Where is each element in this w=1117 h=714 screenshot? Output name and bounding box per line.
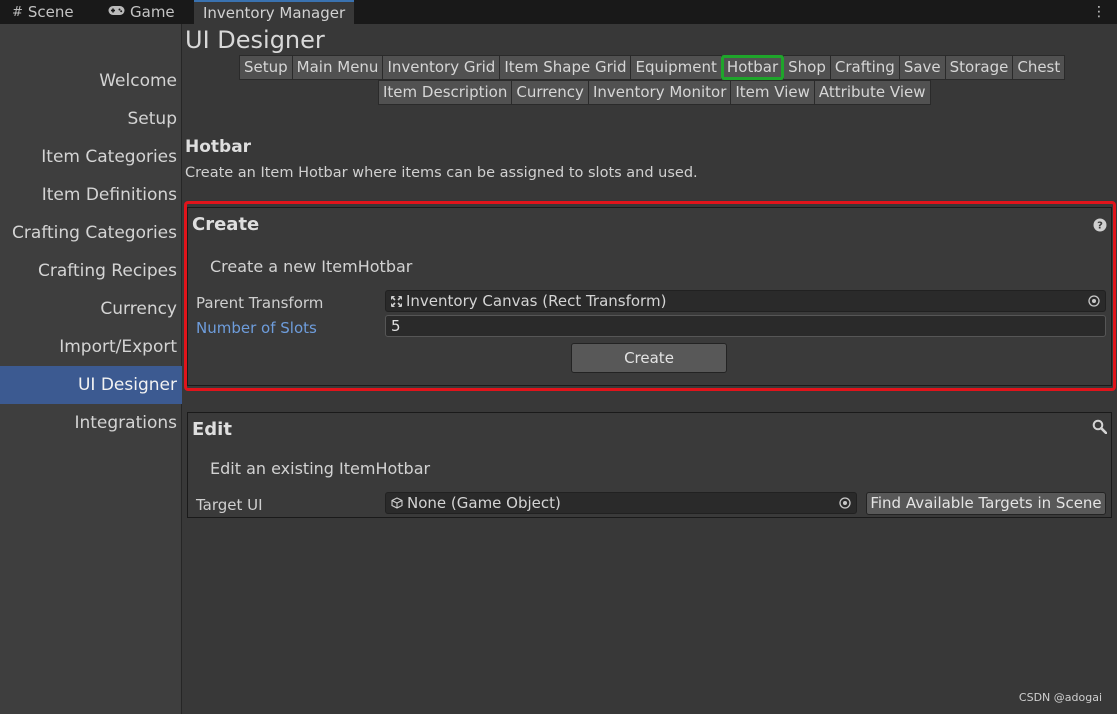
sidebar-item-currency[interactable]: Currency	[0, 290, 182, 328]
sidebar-item-item-categories[interactable]: Item Categories	[0, 138, 182, 176]
object-picker-icon[interactable]	[834, 493, 856, 513]
toolbar-shop[interactable]: Shop	[783, 55, 831, 80]
designer-toolbar-row-2: Item Description Currency Inventory Moni…	[378, 80, 931, 105]
toolbar-setup[interactable]: Setup	[239, 55, 293, 80]
section-heading: Hotbar	[185, 137, 252, 157]
find-targets-button[interactable]: Find Available Targets in Scene	[866, 492, 1106, 515]
grid-icon: #	[12, 4, 23, 20]
target-ui-field[interactable]: None (Game Object)	[385, 492, 857, 514]
section-description: Create an Item Hotbar where items can be…	[185, 165, 698, 181]
rect-transform-icon	[391, 295, 402, 307]
object-picker-icon[interactable]	[1083, 291, 1105, 311]
watermark: CSDN @adogai	[1018, 691, 1102, 704]
toolbar-save[interactable]: Save	[898, 55, 946, 80]
create-panel-title: Create	[192, 214, 260, 235]
sidebar-item-import-export[interactable]: Import/Export	[0, 328, 182, 366]
tab-inventory-manager[interactable]: Inventory Manager	[194, 0, 355, 24]
toolbar-chest[interactable]: Chest	[1012, 55, 1066, 80]
sidebar-item-integrations[interactable]: Integrations	[0, 404, 182, 442]
sidebar-item-ui-designer[interactable]: UI Designer	[0, 366, 182, 404]
svg-text:?: ?	[1097, 221, 1103, 232]
edit-panel: Edit Edit an existing ItemHotbar Target …	[187, 412, 1112, 518]
target-ui-value: None (Game Object)	[407, 494, 561, 512]
toolbar-item-shape-grid[interactable]: Item Shape Grid	[499, 55, 632, 80]
toolbar-inventory-grid[interactable]: Inventory Grid	[382, 55, 501, 80]
sidebar-item-crafting-recipes[interactable]: Crafting Recipes	[0, 252, 182, 290]
number-of-slots-label: Number of Slots	[196, 319, 317, 337]
designer-toolbar-row-1: Setup Main Menu Inventory Grid Item Shap…	[239, 55, 1066, 80]
toolbar-main-menu[interactable]: Main Menu	[291, 55, 384, 80]
parent-transform-value: Inventory Canvas (Rect Transform)	[406, 292, 667, 310]
gamepad-icon	[108, 5, 125, 20]
tab-game[interactable]: Game	[108, 0, 175, 24]
game-object-icon	[391, 497, 403, 509]
main-content: UI Designer Setup Main Menu Inventory Gr…	[183, 24, 1117, 714]
toolbar-equipment[interactable]: Equipment	[630, 55, 722, 80]
edit-panel-title: Edit	[192, 419, 232, 440]
create-button[interactable]: Create	[571, 343, 727, 373]
toolbar-crafting[interactable]: Crafting	[829, 55, 900, 80]
sidebar-item-setup[interactable]: Setup	[0, 100, 182, 138]
toolbar-attribute-view[interactable]: Attribute View	[813, 80, 931, 105]
tab-inventory-manager-label: Inventory Manager	[203, 4, 346, 22]
create-panel: Create ? Create a new ItemHotbar Parent …	[187, 207, 1112, 386]
parent-transform-field[interactable]: Inventory Canvas (Rect Transform)	[385, 290, 1106, 312]
search-icon[interactable]	[1092, 419, 1108, 438]
toolbar-inventory-monitor[interactable]: Inventory Monitor	[587, 80, 732, 105]
target-ui-label: Target UI	[196, 496, 263, 514]
toolbar-item-view[interactable]: Item View	[730, 80, 815, 105]
parent-transform-label: Parent Transform	[196, 294, 324, 312]
kebab-menu-icon[interactable]: ⋮	[1092, 1, 1106, 23]
toolbar-storage[interactable]: Storage	[944, 55, 1014, 80]
create-panel-subtitle: Create a new ItemHotbar	[210, 257, 413, 276]
edit-panel-subtitle: Edit an existing ItemHotbar	[210, 459, 431, 478]
sidebar-item-item-definitions[interactable]: Item Definitions	[0, 176, 182, 214]
toolbar-currency[interactable]: Currency	[511, 80, 589, 105]
help-icon[interactable]: ?	[1093, 217, 1107, 236]
sidebar-item-welcome[interactable]: Welcome	[0, 62, 182, 100]
tab-scene[interactable]: # Scene	[12, 0, 74, 24]
sidebar-item-crafting-categories[interactable]: Crafting Categories	[0, 214, 182, 252]
tab-game-label: Game	[130, 3, 175, 21]
sidebar: Welcome Setup Item Categories Item Defin…	[0, 24, 182, 714]
number-of-slots-input[interactable]: 5	[385, 315, 1106, 337]
editor-tab-bar: # Scene Game Inventory Manager ⋮	[0, 0, 1117, 24]
toolbar-hotbar[interactable]: Hotbar	[720, 55, 785, 80]
toolbar-item-description[interactable]: Item Description	[378, 80, 513, 105]
tab-scene-label: Scene	[27, 3, 74, 21]
page-title: UI Designer	[185, 26, 325, 54]
